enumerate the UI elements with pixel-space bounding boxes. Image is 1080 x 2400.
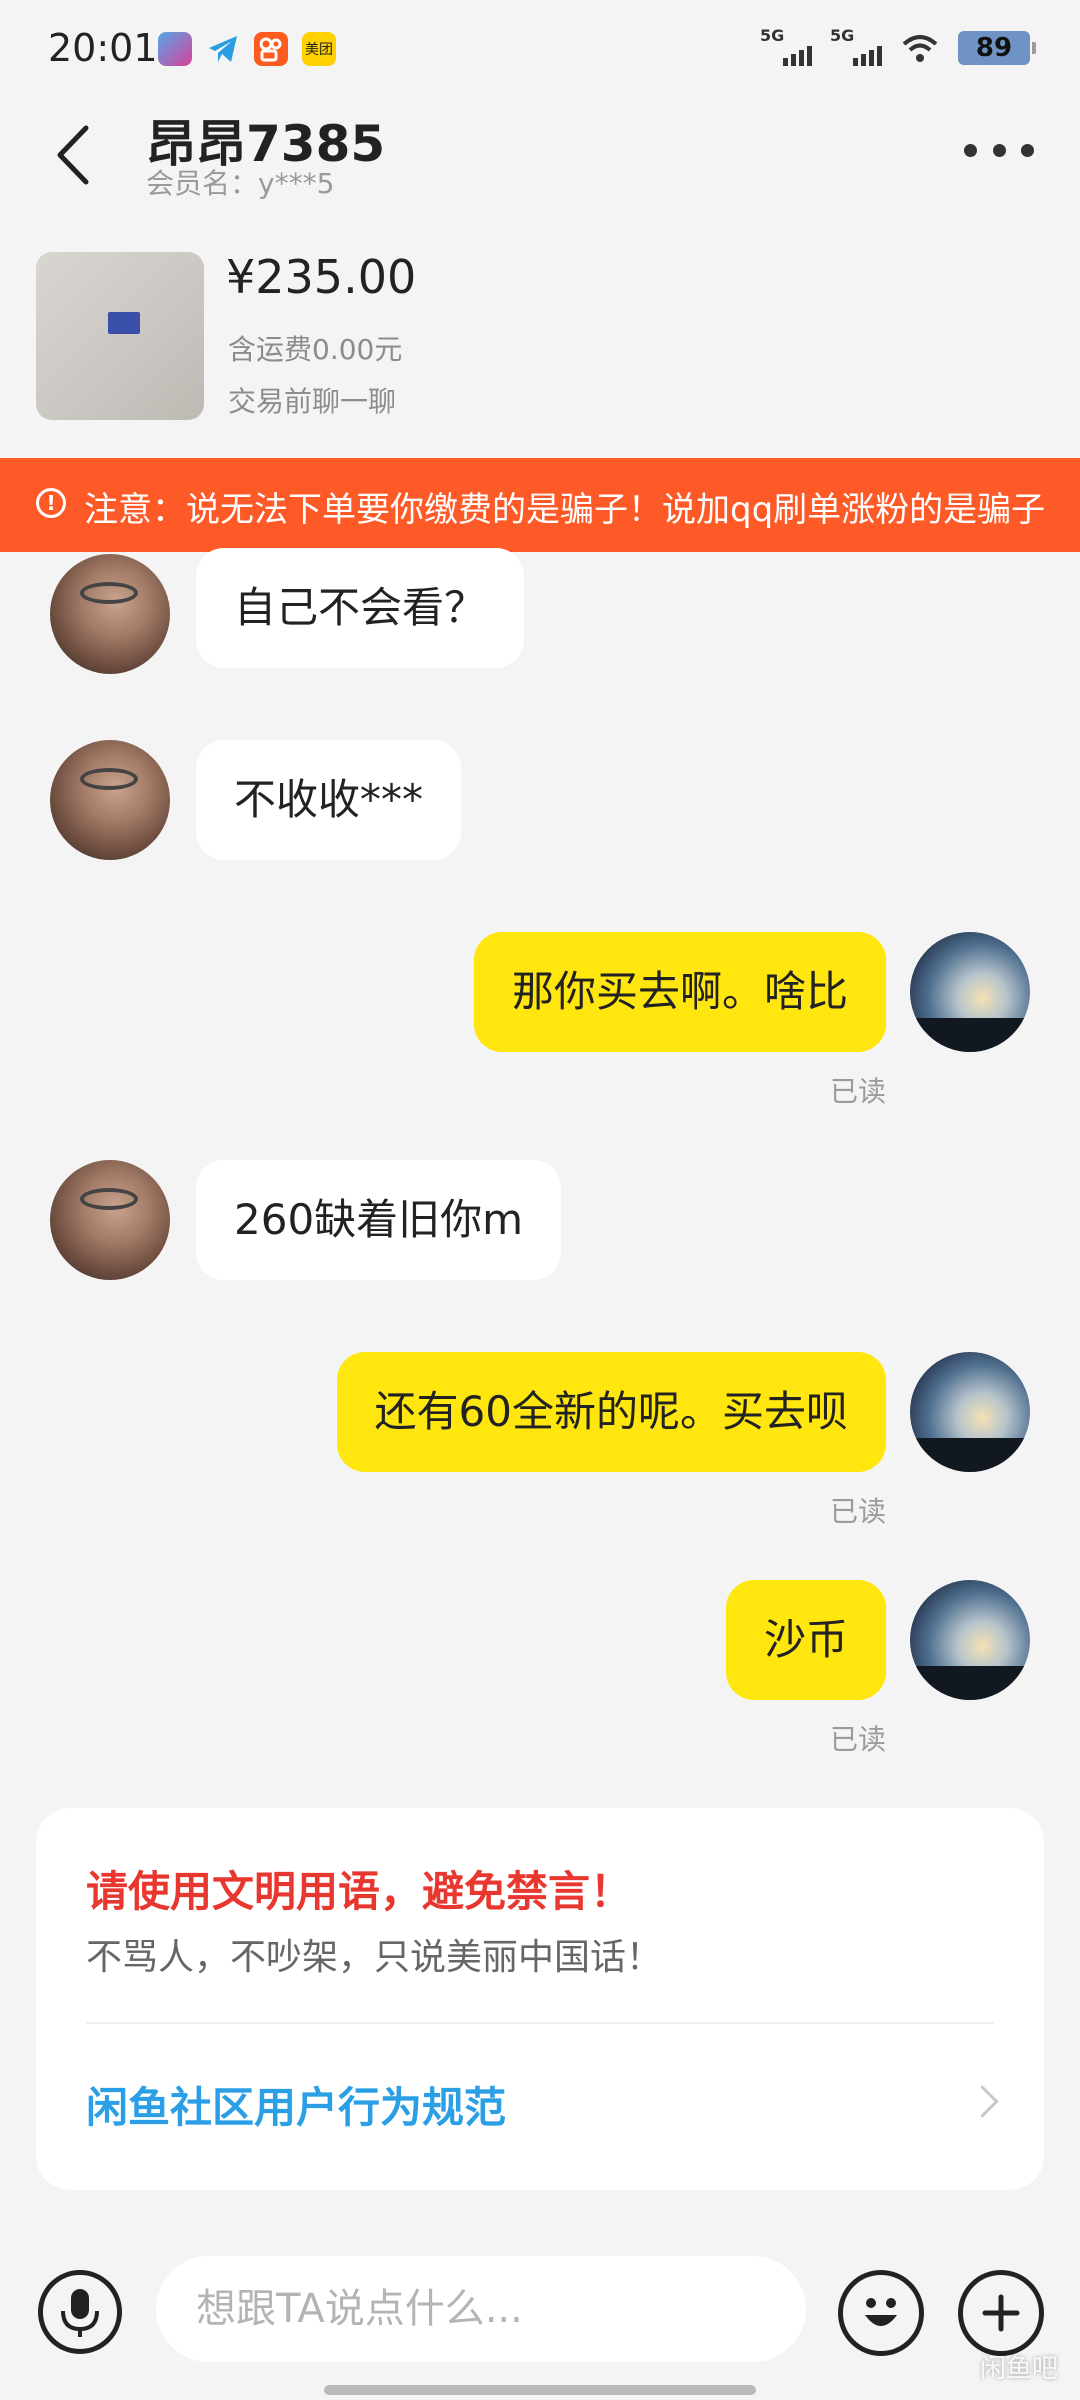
kuaishou-app-icon [254, 32, 288, 66]
chevron-right-icon[interactable] [966, 2085, 999, 2118]
message-bubble[interactable]: 不收收*** [196, 740, 462, 860]
smiley-icon [865, 2298, 897, 2326]
more-dot-icon [964, 143, 977, 157]
divider [86, 2022, 994, 2024]
message-bubble[interactable]: 260缺着旧你m [196, 1160, 562, 1280]
chat-header: 昂昂7385 会员名：y***5 [0, 100, 1080, 210]
my-avatar[interactable] [910, 1580, 1030, 1700]
signal-icon: 5G [830, 26, 882, 66]
message-bubble[interactable]: 自己不会看？ [196, 548, 525, 668]
input-bar [0, 2250, 1080, 2380]
battery-icon: 89 [958, 31, 1036, 65]
seller-avatar[interactable] [50, 1160, 170, 1280]
shipping-fee: 含运费0.00元 [228, 333, 403, 366]
status-time: 20:01 [48, 26, 158, 70]
message-bubble[interactable]: 还有60全新的呢。买去呗 [336, 1352, 886, 1472]
back-arrow-icon [57, 125, 89, 185]
photo-app-icon [158, 32, 192, 66]
notification-icons: 美团 [158, 32, 336, 66]
read-status: 已读 [829, 1495, 886, 1528]
more-dot-icon [992, 143, 1006, 157]
my-avatar[interactable] [910, 1352, 1030, 1472]
seller-avatar[interactable] [50, 554, 170, 674]
emoji-button[interactable] [838, 2270, 924, 2356]
signal-icon: 5G [760, 26, 812, 66]
community-rules-link[interactable]: 闲鱼社区用户行为规范 [86, 2074, 506, 2135]
more-dot-icon [1021, 143, 1034, 157]
alert-icon: ! [36, 488, 66, 518]
fraud-warning-banner: ! 注意：说无法下单要你缴费的是骗子！说加qq刷单涨粉的是骗子 [0, 458, 1080, 552]
wifi-icon [900, 30, 940, 66]
message-bubble[interactable]: 那你买去啊。啥比 [473, 932, 886, 1052]
message-bubble[interactable]: 沙币 [725, 1580, 886, 1700]
more-actions-button[interactable] [958, 2270, 1044, 2356]
product-image[interactable] [36, 252, 204, 420]
product-card[interactable]: ¥235.00 含运费0.00元 交易前聊一聊 [0, 230, 1080, 450]
message-input[interactable] [156, 2256, 806, 2362]
product-price: ¥235.00 [226, 250, 417, 304]
seller-avatar[interactable] [50, 740, 170, 860]
chat-before-trade: 交易前聊一聊 [228, 385, 397, 418]
microphone-icon [61, 2289, 99, 2337]
home-indicator[interactable] [324, 2385, 756, 2395]
back-button[interactable] [50, 122, 100, 188]
status-bar: 20:01 美团 5G 5G 89 [0, 0, 1080, 100]
notice-title: 请使用文明用语，避免禁言！ [86, 1867, 633, 1916]
read-status: 已读 [829, 1075, 886, 1108]
read-status: 已读 [829, 1723, 886, 1756]
status-indicators: 5G 5G 89 [760, 26, 1036, 66]
my-avatar[interactable] [910, 932, 1030, 1052]
watermark: 闲鱼吧 [979, 2354, 1058, 2384]
meituan-app-icon: 美团 [302, 32, 336, 66]
more-options-button[interactable] [964, 138, 1034, 162]
civility-notice-card: 请使用文明用语，避免禁言！ 不骂人，不吵架，只说美丽中国话！ 闲鱼社区用户行为规… [36, 1808, 1044, 2190]
notice-subtitle: 不骂人，不吵架，只说美丽中国话！ [86, 1937, 663, 1978]
voice-input-button[interactable] [38, 2270, 122, 2354]
warning-text: 注意：说无法下单要你缴费的是骗子！说加qq刷单涨粉的是骗子 [84, 490, 1046, 530]
member-name: 会员名：y***5 [146, 167, 335, 200]
plus-icon [982, 2294, 1020, 2332]
telegram-app-icon [206, 32, 240, 66]
